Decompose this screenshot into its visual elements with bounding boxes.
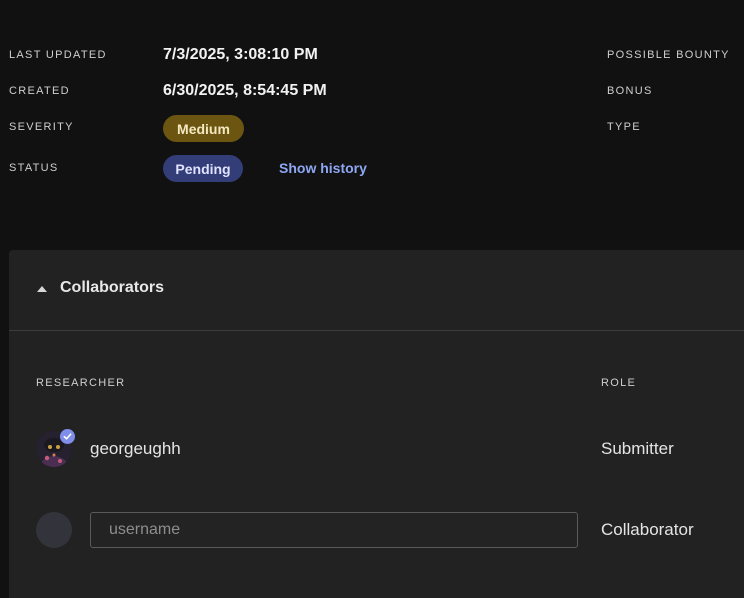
researcher-role: Submitter: [601, 439, 674, 458]
avatar-placeholder: [36, 512, 72, 548]
last-updated-value: 7/3/2025, 3:08:10 PM: [163, 46, 318, 63]
researcher-username[interactable]: georgeughh: [90, 439, 181, 459]
verified-badge-icon: [60, 429, 75, 444]
bonus-label: BONUS: [607, 85, 653, 97]
created-label: CREATED: [9, 85, 70, 97]
collaborator-role: Collaborator: [601, 520, 694, 539]
status-label: STATUS: [9, 162, 59, 174]
status-badge: Pending: [163, 155, 243, 182]
username-input[interactable]: [90, 512, 578, 548]
collaborators-toggle[interactable]: Collaborators: [9, 250, 744, 331]
severity-badge: Medium: [163, 115, 244, 142]
caret-up-icon: [37, 286, 47, 292]
avatar: [36, 429, 75, 467]
type-label: TYPE: [607, 121, 641, 133]
possible-bounty-label: POSSIBLE BOUNTY: [607, 49, 730, 61]
role-column-header: ROLE: [601, 377, 637, 389]
collaborators-title: Collaborators: [60, 279, 165, 296]
created-value: 6/30/2025, 8:54:45 PM: [163, 82, 327, 99]
last-updated-label: LAST UPDATED: [9, 49, 107, 61]
show-history-link[interactable]: Show history: [279, 160, 367, 176]
report-metadata: LAST UPDATED 7/3/2025, 3:08:10 PM CREATE…: [0, 0, 744, 250]
researcher-column-header: RESEARCHER: [36, 377, 126, 389]
collaborators-panel: Collaborators RESEARCHER ROLE georgeughh…: [9, 250, 744, 598]
severity-label: SEVERITY: [9, 121, 74, 133]
